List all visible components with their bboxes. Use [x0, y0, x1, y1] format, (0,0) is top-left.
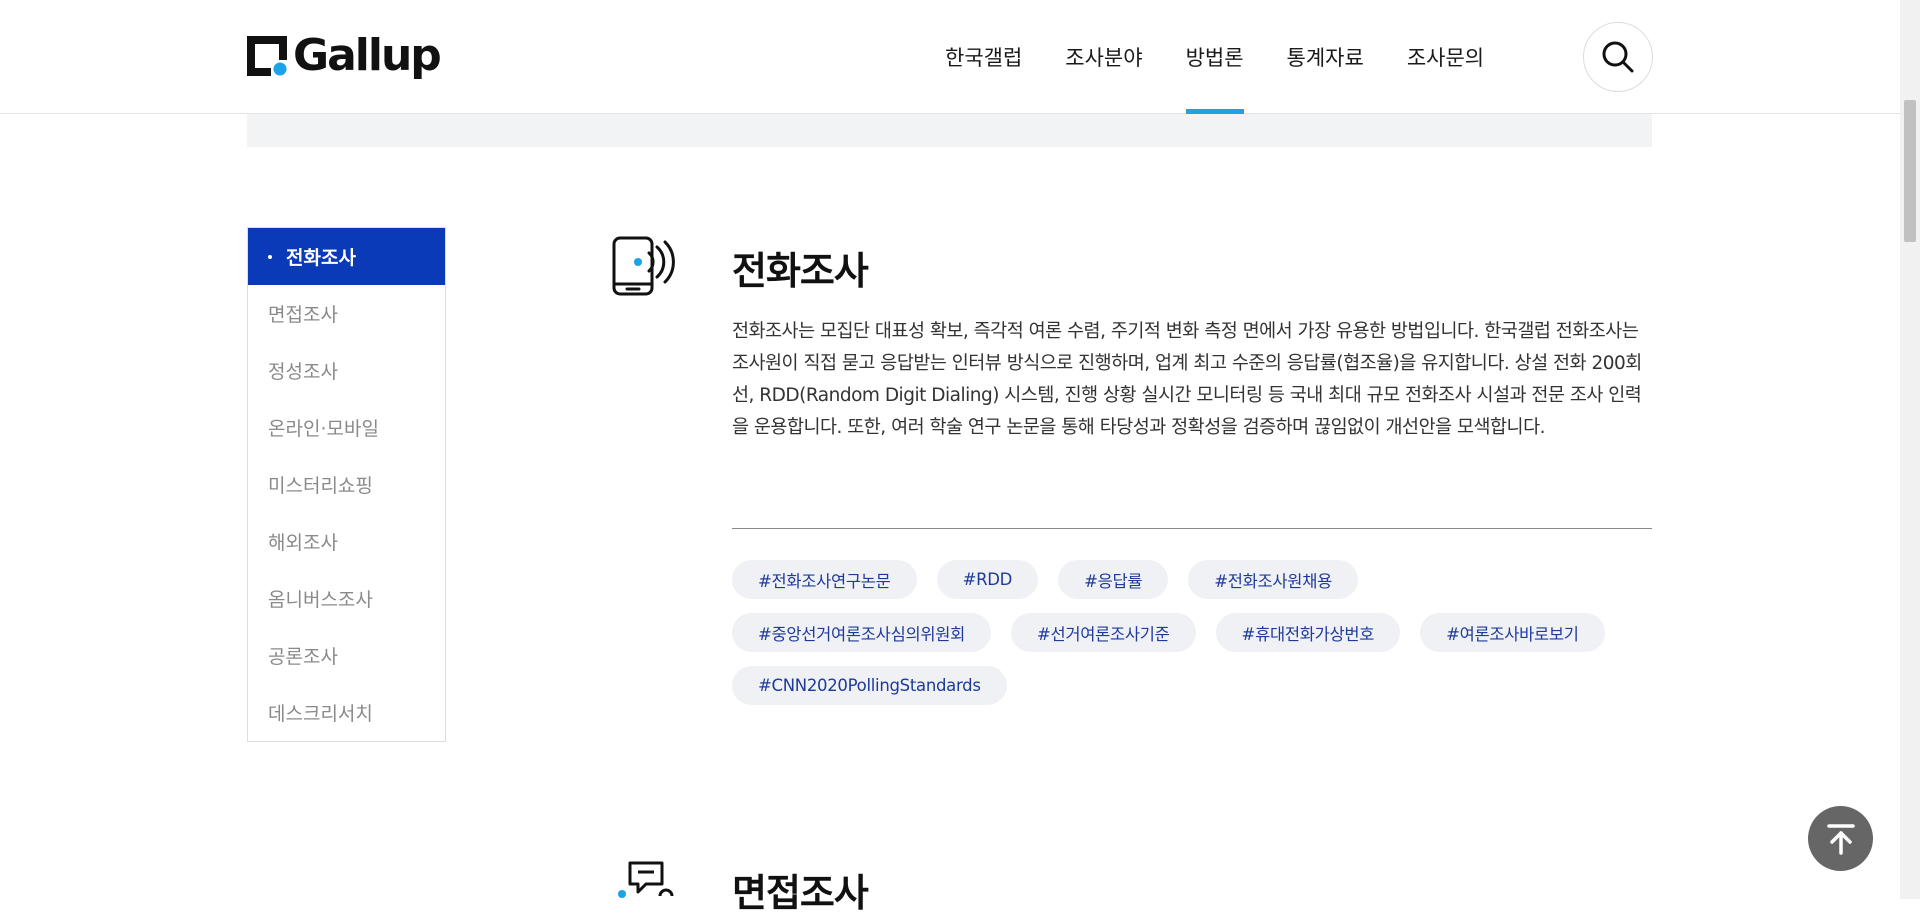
tag[interactable]: #전화조사원채용 — [1188, 560, 1358, 599]
tag[interactable]: #휴대전화가상번호 — [1215, 613, 1401, 652]
side-item-label: 데스크리서치 — [268, 703, 373, 725]
main-nav: 한국갤럽 조사분야 방법론 통계자료 조사문의 — [945, 0, 1527, 114]
nav-item-fields[interactable]: 조사분야 — [1065, 0, 1142, 113]
side-item-label: 해외조사 — [268, 532, 338, 554]
side-item-label: 정성조사 — [268, 361, 338, 383]
side-item-online-mobile[interactable]: 온라인·모바일 — [248, 399, 445, 456]
side-item-mystery-shopping[interactable]: 미스터리쇼핑 — [248, 456, 445, 513]
active-dot-icon — [268, 254, 272, 259]
tag[interactable]: #RDD — [936, 560, 1039, 599]
tag[interactable]: #전화조사연구논문 — [732, 560, 917, 599]
side-item-interview-survey[interactable]: 면접조사 — [248, 285, 445, 342]
section2-title: 면접조사 — [732, 871, 869, 915]
tag[interactable]: #응답률 — [1058, 560, 1169, 599]
side-item-overseas-survey[interactable]: 해외조사 — [248, 513, 445, 570]
back-to-top-button[interactable] — [1808, 806, 1873, 871]
side-item-label: 온라인·모바일 — [268, 418, 379, 440]
section-description: 전화조사는 모집단 대표성 확보, 즉각적 여론 수렴, 주기적 변화 측정 면… — [732, 321, 1642, 438]
section-title: 전화조사 — [732, 249, 869, 293]
tag[interactable]: #CNN2020PollingStandards — [732, 666, 1007, 705]
side-item-omnibus-survey[interactable]: 옴니버스조사 — [248, 570, 445, 627]
nav-item-methodology[interactable]: 방법론 — [1185, 0, 1244, 114]
tag-row: #CNN2020PollingStandards — [732, 666, 1662, 705]
gallup-logo-mark-icon — [247, 36, 287, 76]
side-item-phone-survey[interactable]: 전화조사 — [248, 228, 445, 285]
tag[interactable]: #선거여론조사기준 — [1010, 613, 1196, 652]
method-side-menu: 전화조사 면접조사 정성조사 온라인·모바일 미스터리쇼핑 해외조사 옴니버스조… — [247, 227, 446, 742]
side-item-label: 공론조사 — [268, 646, 338, 668]
nav-item-statistics[interactable]: 통계자료 — [1287, 0, 1364, 113]
hero-bottom-strip — [247, 113, 1652, 147]
tag[interactable]: #중앙선거여론조사심의위원회 — [732, 613, 991, 652]
phone-call-icon — [612, 236, 676, 298]
gallup-logo[interactable]: Gallup — [247, 28, 442, 84]
side-item-deliberative-poll[interactable]: 공론조사 — [248, 627, 445, 684]
search-icon — [1602, 41, 1634, 73]
scrollbar-thumb[interactable] — [1904, 100, 1916, 242]
nav-item-inquiry[interactable]: 조사문의 — [1407, 0, 1484, 113]
logo-text: Gallup — [293, 30, 442, 81]
tag[interactable]: #여론조사바로보기 — [1420, 613, 1605, 652]
side-item-label: 미스터리쇼핑 — [268, 475, 373, 497]
nav-item-about[interactable]: 한국갤럽 — [945, 0, 1022, 113]
interview-chat-icon — [616, 860, 674, 900]
tag-list: #전화조사연구논문 #RDD #응답률 #전화조사원채용 #중앙선거여론조사심의… — [732, 560, 1662, 719]
tag-row: #전화조사연구논문 #RDD #응답률 #전화조사원채용 — [732, 560, 1662, 599]
side-item-qualitative-survey[interactable]: 정성조사 — [248, 342, 445, 399]
section-divider — [732, 528, 1652, 529]
search-button[interactable] — [1583, 22, 1653, 92]
side-item-label: 면접조사 — [268, 304, 338, 326]
tag-row: #중앙선거여론조사심의위원회 #선거여론조사기준 #휴대전화가상번호 #여론조사… — [732, 613, 1662, 652]
side-item-label: 전화조사 — [286, 247, 356, 269]
side-item-label: 옴니버스조사 — [268, 589, 373, 611]
site-header: Gallup 한국갤럽 조사분야 방법론 통계자료 조사문의 — [0, 0, 1900, 114]
side-item-desk-research[interactable]: 데스크리서치 — [248, 684, 445, 741]
arrow-up-icon — [1826, 823, 1855, 855]
